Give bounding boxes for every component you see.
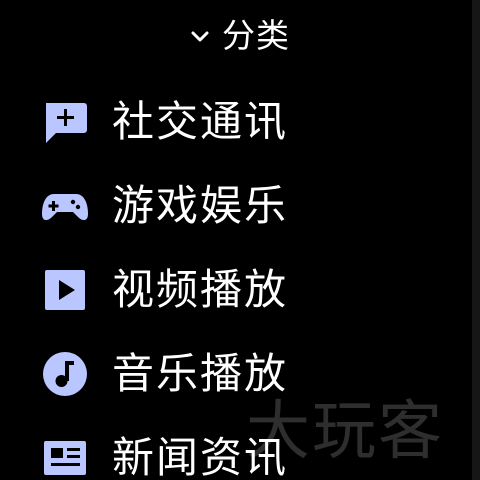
category-item-label: 视频播放 (112, 265, 289, 314)
category-item-video[interactable]: 视频播放 (40, 248, 460, 332)
category-item-games[interactable]: 游戏娱乐 (40, 164, 460, 248)
category-item-label: 社交通讯 (112, 97, 289, 146)
news-article-icon (40, 433, 90, 480)
scrollbar-track[interactable] (472, 0, 480, 480)
category-list: 社交通讯 游戏娱乐 视频播放 音乐播放 新闻资讯 (40, 80, 460, 480)
app-screen: 分类 社交通讯 游戏娱乐 视频播放 音乐播放 新闻资讯 大玩客 (0, 0, 480, 480)
category-header[interactable]: 分类 (188, 16, 290, 56)
chevron-down-icon[interactable] (188, 24, 212, 48)
music-note-icon (40, 349, 90, 399)
category-item-music[interactable]: 音乐播放 (40, 332, 460, 416)
category-title: 分类 (222, 16, 290, 55)
gamepad-icon (40, 181, 90, 231)
category-item-news[interactable]: 新闻资讯 (40, 416, 460, 480)
video-play-icon (40, 265, 90, 315)
category-item-label: 音乐播放 (112, 349, 289, 398)
chat-add-icon (40, 97, 90, 147)
category-item-social[interactable]: 社交通讯 (40, 80, 460, 164)
category-item-label: 游戏娱乐 (112, 181, 289, 230)
category-item-label: 新闻资讯 (112, 433, 289, 480)
